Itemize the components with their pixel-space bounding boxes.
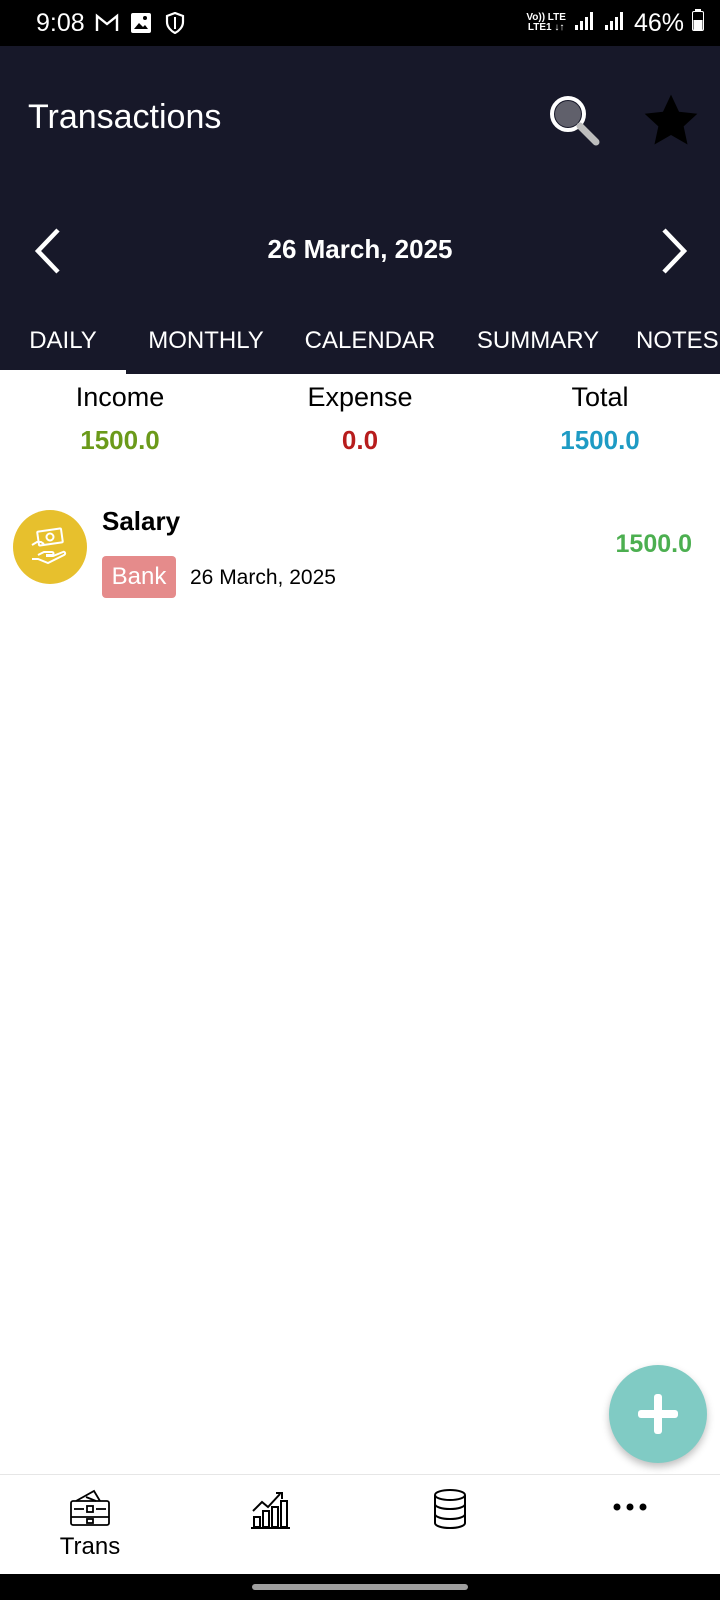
signal-icon-2 xyxy=(604,9,626,38)
page-title: Transactions xyxy=(28,98,222,136)
income-summary: Income 1500.0 xyxy=(0,382,240,456)
database-icon xyxy=(434,1489,466,1530)
tab-calendar[interactable]: CALENDAR xyxy=(296,308,444,374)
nav-accounts[interactable] xyxy=(360,1475,540,1575)
gmail-icon xyxy=(95,11,119,35)
transaction-title: Salary xyxy=(102,506,181,536)
income-label: Income xyxy=(75,382,165,412)
tab-monthly[interactable]: MONTHLY xyxy=(134,308,278,374)
expense-label: Expense xyxy=(307,382,413,412)
account-badge: Bank xyxy=(102,556,176,598)
network-indicator: Vo)) LTE LTE1 ↓↑ xyxy=(526,12,566,33)
tab-notes[interactable]: NOTES xyxy=(636,308,720,374)
system-gesture-bar xyxy=(0,1574,720,1600)
expense-summary: Expense 0.0 xyxy=(240,382,480,456)
tab-bar: DAILY MONTHLY CALENDAR SUMMARY NOTES xyxy=(0,308,720,374)
income-value: 1500.0 xyxy=(80,425,160,455)
wallet-icon xyxy=(70,1489,110,1526)
star-icon[interactable] xyxy=(640,90,702,152)
total-label: Total xyxy=(571,382,629,412)
expense-value: 0.0 xyxy=(341,425,379,455)
transaction-item[interactable]: Salary Bank 26 March, 2025 1500.0 xyxy=(0,498,720,608)
gesture-handle[interactable] xyxy=(252,1584,468,1590)
app-header: Transactions 26 March, 2025 DAILY MONTHL… xyxy=(0,46,720,374)
chart-growth-icon xyxy=(251,1492,290,1529)
search-icon[interactable] xyxy=(544,90,604,150)
bottom-nav: Trans xyxy=(0,1474,720,1574)
tab-summary[interactable]: SUMMARY xyxy=(460,308,616,374)
total-summary: Total 1500.0 xyxy=(480,382,720,456)
more-icon xyxy=(613,1503,647,1511)
transaction-date: 26 March, 2025 xyxy=(190,566,336,589)
add-transaction-button[interactable] xyxy=(609,1365,707,1463)
signal-icon xyxy=(574,9,596,38)
shield-icon xyxy=(163,11,187,35)
status-bar: 9:08 Vo)) LTE LTE1 ↓↑ 46% xyxy=(0,0,720,46)
battery-icon xyxy=(692,8,704,38)
date-navigator: 26 March, 2025 xyxy=(0,216,720,286)
transaction-amount: 1500.0 xyxy=(615,530,692,558)
nav-stats[interactable] xyxy=(180,1475,360,1575)
nav-more[interactable] xyxy=(540,1475,720,1575)
nav-trans[interactable]: Trans xyxy=(0,1475,180,1575)
summary-row: Income 1500.0 Expense 0.0 Total 1500.0 xyxy=(0,374,720,470)
cash-hand-icon xyxy=(13,510,87,584)
nav-trans-label: Trans xyxy=(59,1533,121,1560)
battery-percent: 46% xyxy=(633,8,684,37)
plus-icon xyxy=(638,1394,678,1434)
total-value: 1500.0 xyxy=(560,425,640,455)
status-time: 9:08 xyxy=(36,8,85,37)
gallery-icon xyxy=(129,11,153,35)
current-date: 26 March, 2025 xyxy=(267,234,453,264)
chevron-right-icon[interactable] xyxy=(652,224,692,278)
tab-daily[interactable]: DAILY xyxy=(0,308,126,374)
